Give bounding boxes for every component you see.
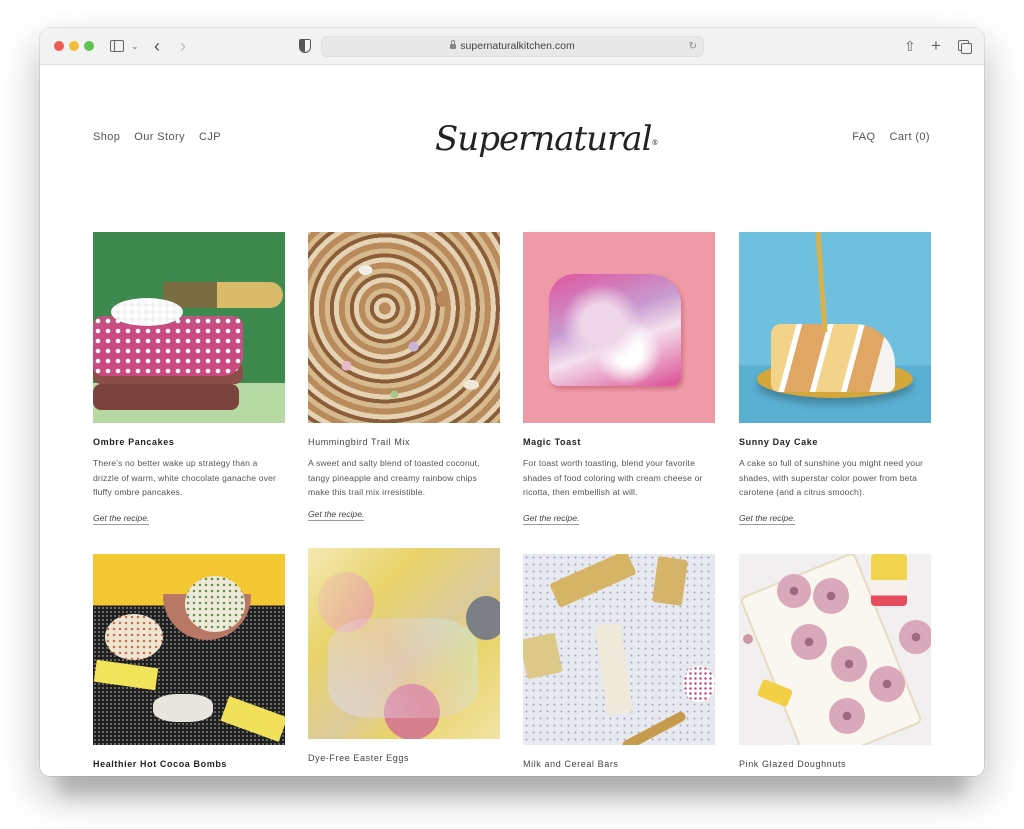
nav-our-story[interactable]: Our Story: [134, 131, 185, 143]
browser-toolbar: ⌄ ‹ › supernaturalkitchen.com ↻ ⇧ +: [40, 28, 984, 65]
recipe-title: Dye-Free Easter Eggs: [308, 753, 410, 763]
reload-icon[interactable]: ↻: [689, 37, 697, 56]
recipe-image-cereal-bars[interactable]: [523, 554, 715, 745]
chevron-down-icon[interactable]: ⌄: [131, 28, 139, 64]
recipe-image-hummingbird-trail-mix[interactable]: [308, 232, 500, 423]
recipe-card: Healthier Hot Cocoa Bombs: [93, 554, 285, 769]
get-recipe-link[interactable]: Get the recipe.: [308, 509, 365, 521]
recipe-image-easter-eggs[interactable]: [308, 548, 500, 739]
recipe-card: Milk and Cereal Bars: [523, 554, 715, 769]
close-window-button[interactable]: [54, 41, 64, 51]
site-logo[interactable]: Supernatural®: [435, 109, 658, 169]
logo-text: Supernatural: [435, 119, 652, 159]
primary-nav: Shop Our Story CJP: [93, 131, 221, 143]
recipe-image-pink-doughnuts[interactable]: [739, 554, 931, 745]
sidebar-icon[interactable]: [110, 40, 124, 52]
recipe-title: Ombre Pancakes: [93, 437, 175, 447]
recipe-description: There's no better wake up strategy than …: [93, 458, 277, 497]
recipe-title: Hummingbird Trail Mix: [308, 437, 411, 447]
nav-shop[interactable]: Shop: [93, 131, 120, 143]
recipe-image-ombre-pancakes[interactable]: [93, 232, 285, 423]
get-recipe-link[interactable]: Get the recipe.: [523, 513, 580, 525]
recipe-title: Pink Glazed Doughnuts: [739, 759, 847, 769]
recipe-card: Pink Glazed Doughnuts: [739, 554, 931, 769]
back-arrow-icon[interactable]: ‹: [154, 28, 160, 64]
share-icon[interactable]: ⇧: [904, 28, 916, 64]
nav-cart[interactable]: Cart (0): [890, 131, 930, 143]
recipe-title: Magic Toast: [523, 437, 581, 447]
window-shadow: [60, 776, 964, 806]
forward-arrow-icon[interactable]: ›: [180, 28, 186, 64]
recipe-title: Sunny Day Cake: [739, 437, 818, 447]
maximize-window-button[interactable]: [84, 41, 94, 51]
recipe-title: Healthier Hot Cocoa Bombs: [93, 759, 228, 769]
address-text: supernaturalkitchen.com: [322, 37, 703, 56]
recipe-image-sunny-day-cake[interactable]: [739, 232, 931, 423]
minimize-window-button[interactable]: [69, 41, 79, 51]
nav-faq[interactable]: FAQ: [852, 131, 875, 143]
recipe-description: A sweet and salty blend of toasted cocon…: [308, 458, 480, 497]
recipe-description: A cake so full of sunshine you might nee…: [739, 458, 924, 497]
recipe-card: Hummingbird Trail Mix A sweet and salty …: [308, 232, 500, 522]
recipe-image-hot-cocoa-bombs[interactable]: [93, 554, 285, 745]
recipe-title: Milk and Cereal Bars: [523, 759, 619, 769]
recipe-card: Magic Toast For toast worth toasting, bl…: [523, 232, 715, 526]
lock-icon: [450, 40, 457, 49]
registered-mark: ®: [651, 139, 658, 147]
browser-window: ⌄ ‹ › supernaturalkitchen.com ↻ ⇧ + Shop…: [40, 28, 984, 776]
get-recipe-link[interactable]: Get the recipe.: [739, 513, 796, 525]
web-page: Shop Our Story CJP Supernatural® FAQ Car…: [40, 65, 984, 776]
recipe-card: Dye-Free Easter Eggs: [308, 548, 500, 763]
nav-cjp[interactable]: CJP: [199, 131, 221, 143]
recipe-description: For toast worth toasting, blend your fav…: [523, 458, 703, 497]
tab-overview-icon[interactable]: [958, 40, 972, 54]
new-tab-icon[interactable]: +: [931, 28, 941, 64]
recipe-image-magic-toast[interactable]: [523, 232, 715, 423]
shield-icon[interactable]: [299, 39, 311, 53]
url-text: supernaturalkitchen.com: [460, 40, 575, 52]
secondary-nav: FAQ Cart (0): [852, 131, 930, 143]
recipe-card: Ombre Pancakes There's no better wake up…: [93, 232, 285, 526]
recipe-card: Sunny Day Cake A cake so full of sunshin…: [739, 232, 931, 526]
get-recipe-link[interactable]: Get the recipe.: [93, 513, 150, 525]
address-bar[interactable]: supernaturalkitchen.com ↻: [321, 36, 704, 57]
